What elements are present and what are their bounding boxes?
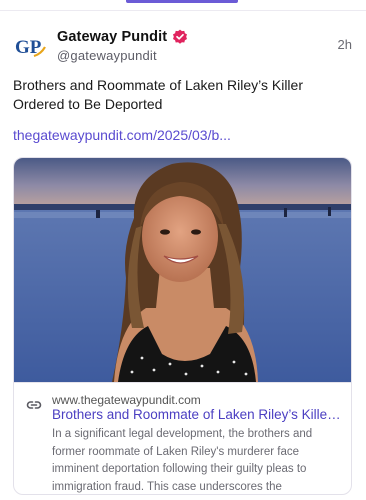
post-timestamp: 2h bbox=[337, 37, 352, 52]
avatar[interactable]: GP bbox=[13, 29, 47, 63]
post-link[interactable]: thegatewaypundit.com/2025/03/b... bbox=[13, 127, 343, 143]
post[interactable]: GP Gateway Pundit @gatewaypundit 2h Brot… bbox=[0, 11, 366, 500]
link-icon bbox=[26, 397, 42, 413]
card-description: In a significant legal development, the … bbox=[52, 428, 313, 493]
author-handle[interactable]: @gatewaypundit bbox=[57, 48, 354, 63]
beach-photo bbox=[14, 158, 351, 382]
gateway-pundit-logo: GP bbox=[13, 29, 47, 63]
card-image[interactable] bbox=[14, 158, 351, 382]
active-tab-indicator bbox=[126, 0, 238, 3]
card-title[interactable]: Brothers and Roommate of Laken Riley’s K… bbox=[52, 407, 342, 422]
card-body: www.thegatewaypundit.com Brothers and Ro… bbox=[14, 382, 351, 494]
post-text: Brothers and Roommate of Laken Riley’s K… bbox=[13, 77, 303, 112]
card-domain: www.thegatewaypundit.com bbox=[52, 393, 201, 407]
author-name[interactable]: Gateway Pundit bbox=[57, 29, 167, 45]
link-preview-card[interactable]: www.thegatewaypundit.com Brothers and Ro… bbox=[13, 157, 352, 495]
post-header: Gateway Pundit @gatewaypundit 2h bbox=[57, 27, 354, 67]
verified-badge-icon bbox=[172, 29, 188, 45]
